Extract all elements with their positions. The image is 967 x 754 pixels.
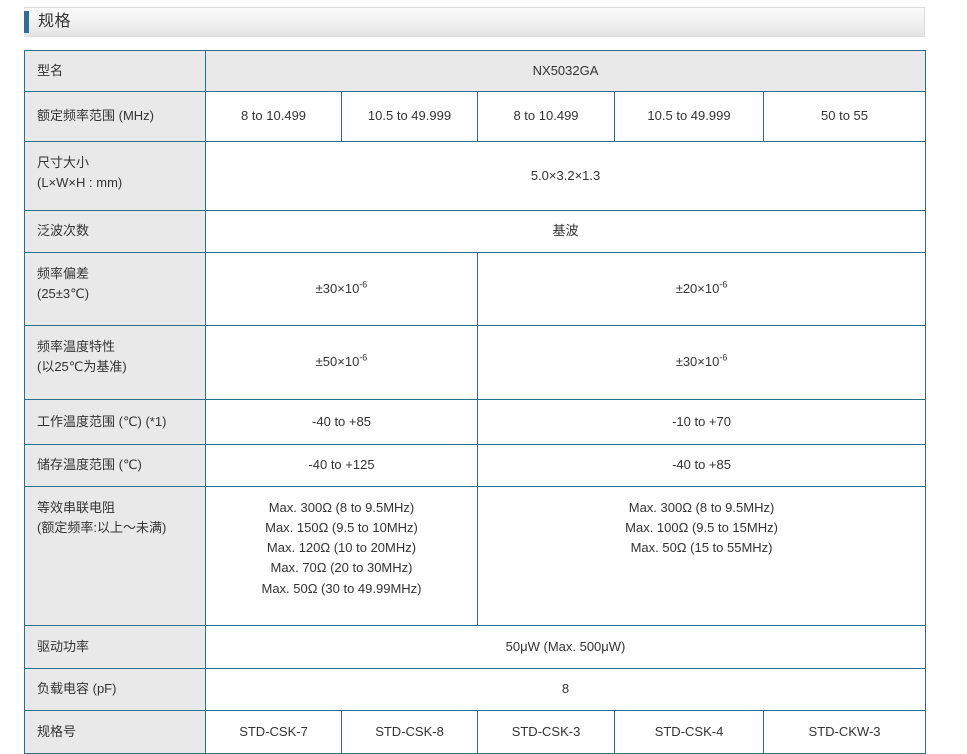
table-row-overtone: 泛波次数 基波 xyxy=(25,211,926,253)
esr-left-line-3: Max. 120Ω (10 to 20MHz) xyxy=(218,538,465,558)
esr-right-line-3: Max. 50Ω (15 to 55MHz) xyxy=(490,538,913,558)
frequency-tolerance-left-base: ±30×10 xyxy=(316,281,360,296)
cell-spec-number-4: STD-CSK-4 xyxy=(615,711,764,754)
row-label-frequency-range: 额定频率范围 (MHz) xyxy=(25,92,206,142)
cell-load-capacitance-value: 8 xyxy=(206,669,926,711)
section-accent-bar xyxy=(24,11,29,33)
frequency-temp-char-right-exp: -6 xyxy=(719,353,727,363)
row-label-frequency-temp-char: 频率温度特性 (以25℃为基准) xyxy=(25,326,206,400)
cell-frequency-range-2: 10.5 to 49.999 xyxy=(342,92,478,142)
cell-frequency-temp-char-left: ±50×10-6 xyxy=(206,326,478,400)
table-row-frequency-tolerance: 频率偏差 (25±3℃) ±30×10-6 ±20×10-6 xyxy=(25,253,926,326)
row-label-dimensions-line2: (L×W×H : mm) xyxy=(37,173,193,193)
row-label-frequency-temp-char-line1: 频率温度特性 xyxy=(37,337,193,357)
cell-frequency-temp-char-right: ±30×10-6 xyxy=(478,326,926,400)
row-label-dimensions: 尺寸大小 (L×W×H : mm) xyxy=(25,142,206,211)
cell-frequency-tolerance-right: ±20×10-6 xyxy=(478,253,926,326)
frequency-tolerance-right-base: ±20×10 xyxy=(676,281,720,296)
row-label-dimensions-line1: 尺寸大小 xyxy=(37,153,193,173)
cell-esr-right: Max. 300Ω (8 to 9.5MHz) Max. 100Ω (9.5 t… xyxy=(478,487,926,626)
esr-right-line-2: Max. 100Ω (9.5 to 15MHz) xyxy=(490,518,913,538)
table-row-esr: 等效串联电阻 (额定频率:以上～未满) Max. 300Ω (8 to 9.5M… xyxy=(25,487,926,626)
cell-frequency-range-5: 50 to 55 xyxy=(764,92,926,142)
cell-spec-number-2: STD-CSK-8 xyxy=(342,711,478,754)
row-label-storage-temp: 储存温度范围 (℃) xyxy=(25,445,206,487)
cell-storage-temp-right: -40 to +85 xyxy=(478,445,926,487)
esr-left-line-1: Max. 300Ω (8 to 9.5MHz) xyxy=(218,498,465,518)
table-row-storage-temp: 储存温度范围 (℃) -40 to +125 -40 to +85 xyxy=(25,445,926,487)
cell-frequency-range-3: 8 to 10.499 xyxy=(478,92,615,142)
row-label-operating-temp: 工作温度范围 (℃) (*1) xyxy=(25,400,206,445)
row-label-esr: 等效串联电阻 (额定频率:以上～未满) xyxy=(25,487,206,626)
esr-left-line-4: Max. 70Ω (20 to 30MHz) xyxy=(218,558,465,578)
row-label-esr-line2: (额定频率:以上～未满) xyxy=(37,518,193,538)
cell-frequency-range-4: 10.5 to 49.999 xyxy=(615,92,764,142)
cell-frequency-range-1: 8 to 10.499 xyxy=(206,92,342,142)
esr-left-line-5: Max. 50Ω (30 to 49.99MHz) xyxy=(218,579,465,599)
row-label-frequency-temp-char-line2: (以25℃为基准) xyxy=(37,357,193,377)
frequency-temp-char-left-base: ±50×10 xyxy=(316,354,360,369)
table-row-frequency-temp-char: 频率温度特性 (以25℃为基准) ±50×10-6 ±30×10-6 xyxy=(25,326,926,400)
table-row-operating-temp: 工作温度范围 (℃) (*1) -40 to +85 -10 to +70 xyxy=(25,400,926,445)
table-row-drive-level: 驱动功率 50μW (Max. 500μW) xyxy=(25,626,926,669)
specification-table: 型名 NX5032GA 额定频率范围 (MHz) 8 to 10.499 10.… xyxy=(24,50,926,754)
table-row-spec-number: 规格号 STD-CSK-7 STD-CSK-8 STD-CSK-3 STD-CS… xyxy=(25,711,926,754)
esr-right-line-1: Max. 300Ω (8 to 9.5MHz) xyxy=(490,498,913,518)
row-label-frequency-tolerance: 频率偏差 (25±3℃) xyxy=(25,253,206,326)
row-label-frequency-tolerance-line2: (25±3℃) xyxy=(37,284,193,304)
table-row-model-name: 型名 NX5032GA xyxy=(25,51,926,92)
frequency-tolerance-right-exp: -6 xyxy=(719,280,727,290)
cell-operating-temp-right: -10 to +70 xyxy=(478,400,926,445)
esr-left-line-2: Max. 150Ω (9.5 to 10MHz) xyxy=(218,518,465,538)
table-row-load-capacitance: 负载电容 (pF) 8 xyxy=(25,669,926,711)
table-row-dimensions: 尺寸大小 (L×W×H : mm) 5.0×3.2×1.3 xyxy=(25,142,926,211)
frequency-tolerance-left-exp: -6 xyxy=(359,280,367,290)
cell-dimensions-value: 5.0×3.2×1.3 xyxy=(206,142,926,211)
row-label-overtone: 泛波次数 xyxy=(25,211,206,253)
cell-spec-number-3: STD-CSK-3 xyxy=(478,711,615,754)
section-header: 规格 xyxy=(24,7,925,37)
row-label-spec-number: 规格号 xyxy=(25,711,206,754)
cell-drive-level-value: 50μW (Max. 500μW) xyxy=(206,626,926,669)
cell-storage-temp-left: -40 to +125 xyxy=(206,445,478,487)
cell-operating-temp-left: -40 to +85 xyxy=(206,400,478,445)
row-label-drive-level: 驱动功率 xyxy=(25,626,206,669)
row-label-frequency-tolerance-line1: 频率偏差 xyxy=(37,264,193,284)
cell-frequency-tolerance-left: ±30×10-6 xyxy=(206,253,478,326)
page-title: 规格 xyxy=(38,14,71,30)
frequency-temp-char-left-exp: -6 xyxy=(359,353,367,363)
row-label-load-capacitance: 负载电容 (pF) xyxy=(25,669,206,711)
cell-esr-left: Max. 300Ω (8 to 9.5MHz) Max. 150Ω (9.5 t… xyxy=(206,487,478,626)
cell-overtone-value: 基波 xyxy=(206,211,926,253)
cell-spec-number-1: STD-CSK-7 xyxy=(206,711,342,754)
row-label-esr-line1: 等效串联电阻 xyxy=(37,498,193,518)
row-label-model-name: 型名 xyxy=(25,51,206,92)
frequency-temp-char-right-base: ±30×10 xyxy=(676,354,720,369)
cell-model-name-value: NX5032GA xyxy=(206,51,926,92)
table-row-frequency-range: 额定频率范围 (MHz) 8 to 10.499 10.5 to 49.999 … xyxy=(25,92,926,142)
cell-spec-number-5: STD-CKW-3 xyxy=(764,711,926,754)
